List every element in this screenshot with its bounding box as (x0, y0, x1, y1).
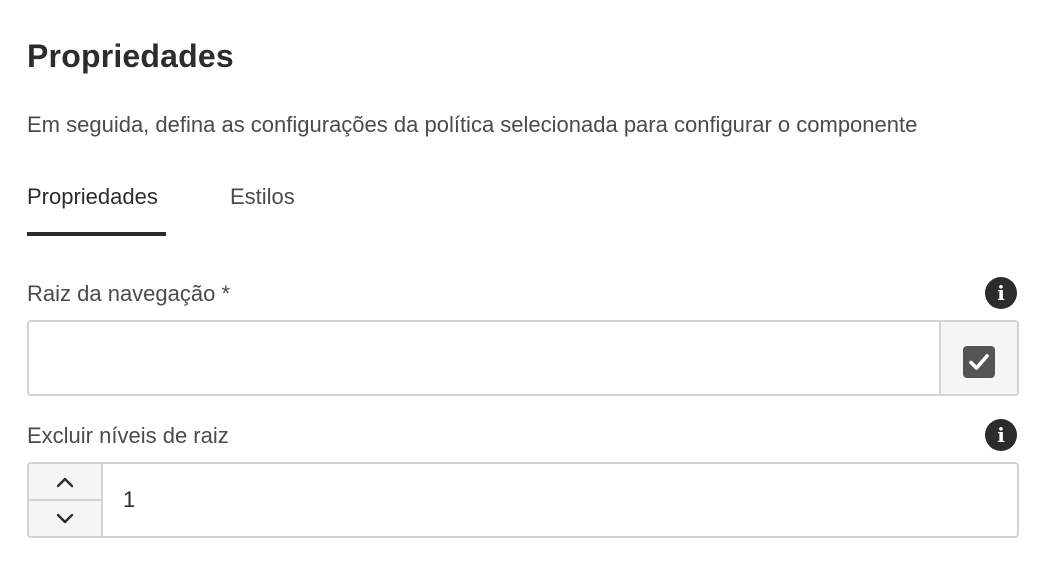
navigation-root-input[interactable] (29, 322, 941, 394)
navigation-root-field (27, 320, 1019, 396)
info-icon[interactable]: i (985, 419, 1017, 451)
tab-list: Propriedades Estilos (27, 184, 347, 236)
info-glyph: i (997, 281, 1005, 305)
chevron-down-icon (56, 513, 74, 524)
stepper-buttons (29, 464, 103, 536)
info-glyph: i (997, 423, 1005, 447)
page-subtitle: Em seguida, defina as configurações da p… (27, 112, 918, 137)
increment-button[interactable] (29, 464, 101, 501)
info-icon[interactable]: i (985, 277, 1017, 309)
tab-propriedades[interactable]: Propriedades (27, 184, 166, 236)
navigation-root-label: Raiz da navegação * (27, 281, 231, 306)
page-title: Propriedades (27, 38, 234, 74)
tab-estilos[interactable]: Estilos (230, 184, 295, 210)
exclude-root-levels-input[interactable] (103, 464, 1017, 536)
exclude-root-levels-stepper (27, 462, 1019, 538)
path-picker-button[interactable] (939, 322, 1017, 394)
check-square-icon (963, 346, 995, 378)
chevron-up-icon (56, 477, 74, 488)
policy-properties-dialog: Propriedades Em seguida, defina as confi… (0, 0, 1048, 568)
decrement-button[interactable] (29, 501, 101, 536)
exclude-root-levels-label: Excluir níveis de raiz (27, 423, 229, 448)
